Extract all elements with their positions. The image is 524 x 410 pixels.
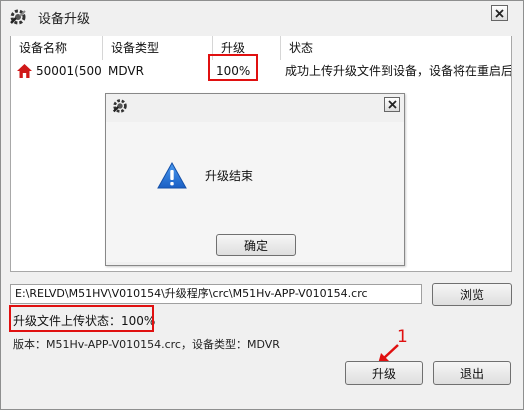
version-info-text: 版本：M51Hv-APP-V010154.crc，设备类型：MDVR [13, 338, 280, 351]
device-house-icon [17, 64, 32, 78]
dialog-message: 升级结束 [205, 169, 254, 183]
column-header-device-type[interactable]: 设备类型 [103, 36, 213, 60]
dialog-gear-icon [112, 99, 127, 113]
dialog-close-button[interactable] [384, 97, 400, 112]
device-name-cell: 50001(50001 [36, 64, 102, 78]
upgrade-button[interactable]: 升级 [345, 361, 423, 385]
firmware-path-input[interactable]: E:\RELVD\M51HV\V010154\升级程序\crc\M51Hv-AP… [10, 284, 422, 304]
close-icon [387, 100, 397, 109]
window-close-button[interactable] [491, 5, 508, 21]
window-title: 设备升级 [38, 12, 91, 27]
upload-status-highlight-box [9, 305, 154, 332]
progress-highlight-box [208, 54, 258, 81]
close-icon [495, 8, 504, 18]
column-header-device-name[interactable]: 设备名称 [11, 36, 103, 60]
ok-button[interactable]: 确定 [216, 234, 296, 256]
column-header-status[interactable]: 状态 [281, 36, 511, 60]
device-type-cell: MDVR [108, 64, 144, 78]
warning-icon [157, 162, 187, 189]
status-cell: 成功上传升级文件到设备，设备将在重启后 [285, 64, 511, 78]
app-gear-icon [10, 9, 26, 25]
browse-button[interactable]: 浏览 [432, 283, 512, 306]
exit-button[interactable]: 退出 [433, 361, 511, 385]
